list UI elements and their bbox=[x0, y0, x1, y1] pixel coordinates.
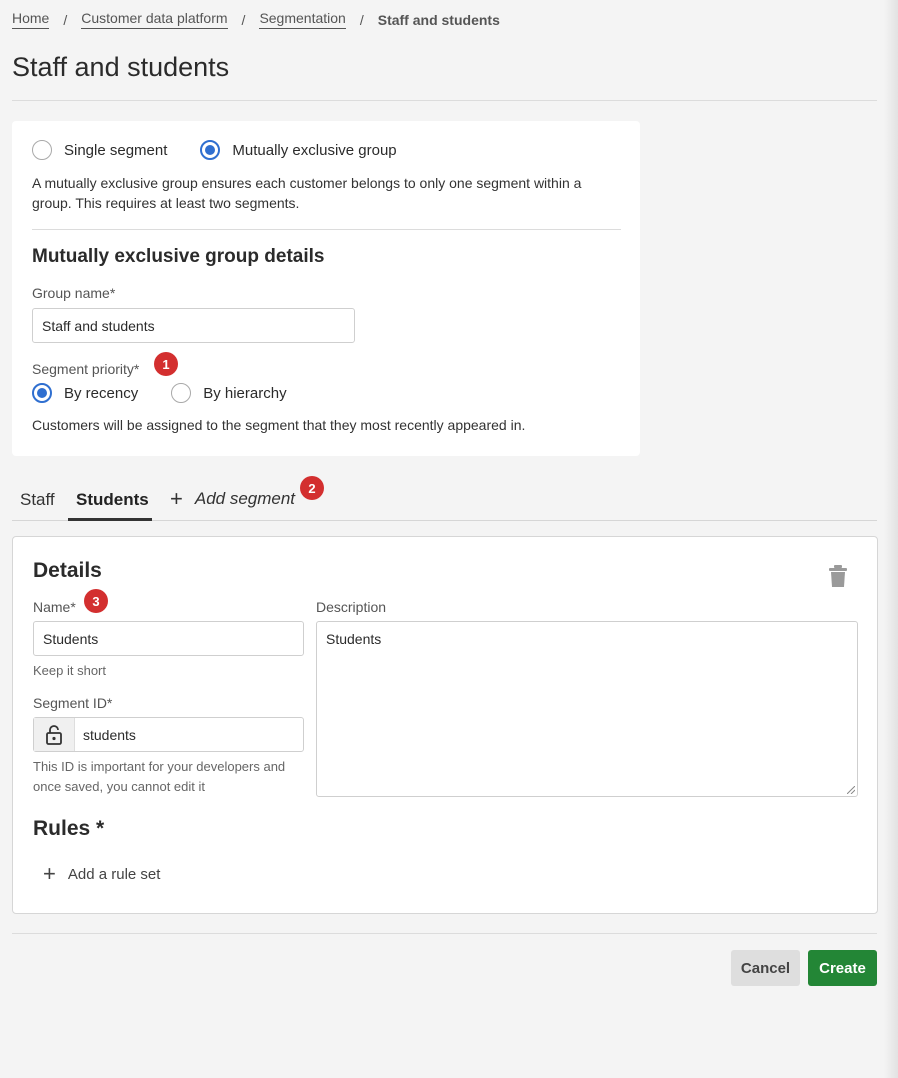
segment-priority-radio-group: By recency By hierarchy bbox=[32, 383, 287, 403]
add-rule-set-label: Add a rule set bbox=[67, 865, 161, 883]
add-segment-label: Add segment bbox=[194, 489, 296, 508]
segment-name-label: Name* bbox=[33, 599, 76, 615]
breadcrumb-current: Staff and students bbox=[377, 11, 500, 28]
mutually-exclusive-group-label: Mutually exclusive group bbox=[232, 141, 397, 159]
page-title: Staff and students bbox=[12, 52, 230, 82]
segment-name-input[interactable]: Students bbox=[33, 621, 304, 656]
breadcrumb-separator: / bbox=[359, 11, 364, 28]
segment-tabs: Staff Students + Add segment 2 bbox=[12, 476, 877, 521]
single-segment-radio[interactable] bbox=[32, 140, 52, 160]
segment-id-value: students bbox=[83, 726, 136, 743]
breadcrumb-separator: / bbox=[241, 11, 246, 28]
segment-details-card: Details Name* 3 Students Keep it short S… bbox=[12, 536, 878, 914]
group-name-label: Group name* bbox=[32, 285, 116, 301]
segment-id-label: Segment ID* bbox=[33, 695, 113, 711]
segment-priority-label: Segment priority* bbox=[32, 361, 140, 377]
by-recency-option[interactable]: By recency bbox=[32, 383, 138, 403]
group-settings-card: Single segment Mutually exclusive group … bbox=[12, 121, 640, 456]
active-tab-indicator bbox=[68, 518, 152, 521]
segment-id-input[interactable]: students bbox=[33, 717, 304, 752]
breadcrumb-home[interactable]: Home bbox=[12, 10, 50, 29]
by-hierarchy-radio[interactable] bbox=[171, 383, 192, 403]
page-edge-shadow bbox=[884, 0, 898, 1078]
by-hierarchy-label: By hierarchy bbox=[203, 384, 287, 402]
resize-handle-icon[interactable] bbox=[847, 786, 855, 794]
annotation-badge-3: 3 bbox=[84, 589, 108, 613]
segment-name-hint: Keep it short bbox=[33, 663, 106, 678]
breadcrumb-separator: / bbox=[63, 11, 68, 28]
segment-type-radio-group: Single segment Mutually exclusive group bbox=[32, 140, 397, 160]
add-rule-set-button[interactable]: + Add a rule set bbox=[43, 863, 160, 885]
plus-icon: + bbox=[43, 861, 56, 886]
mutually-exclusive-group-radio[interactable] bbox=[200, 140, 221, 160]
footer-divider bbox=[12, 933, 877, 934]
description-textarea[interactable]: Students bbox=[316, 621, 858, 797]
add-segment-tab[interactable]: + Add segment bbox=[170, 488, 295, 510]
by-recency-radio[interactable] bbox=[32, 383, 52, 403]
tab-students[interactable]: Students bbox=[76, 490, 149, 510]
title-divider bbox=[12, 100, 877, 101]
trash-icon[interactable] bbox=[829, 565, 847, 587]
mutually-exclusive-group-option[interactable]: Mutually exclusive group bbox=[200, 140, 397, 160]
breadcrumb-segmentation[interactable]: Segmentation bbox=[259, 10, 346, 29]
single-segment-option[interactable]: Single segment bbox=[32, 140, 167, 160]
group-details-heading: Mutually exclusive group details bbox=[32, 246, 325, 267]
cancel-button[interactable]: Cancel bbox=[731, 950, 800, 986]
by-hierarchy-option[interactable]: By hierarchy bbox=[171, 383, 287, 403]
breadcrumb-customer-data-platform[interactable]: Customer data platform bbox=[81, 10, 228, 29]
annotation-badge-1: 1 bbox=[154, 352, 178, 376]
details-heading: Details bbox=[33, 559, 102, 582]
segment-priority-description: Customers will be assigned to the segmen… bbox=[32, 417, 526, 433]
by-recency-label: By recency bbox=[64, 384, 139, 402]
tab-staff[interactable]: Staff bbox=[20, 490, 55, 510]
plus-icon: + bbox=[170, 486, 183, 511]
single-segment-label: Single segment bbox=[64, 141, 168, 159]
description-value: Students bbox=[326, 631, 382, 647]
create-button[interactable]: Create bbox=[808, 950, 877, 986]
description-label: Description bbox=[316, 599, 387, 615]
group-divider bbox=[32, 229, 621, 230]
group-type-description: A mutually exclusive group ensures each … bbox=[32, 175, 582, 211]
rules-heading: Rules * bbox=[33, 817, 105, 840]
breadcrumb: Home / Customer data platform / Segmenta… bbox=[12, 10, 500, 29]
lock-icon bbox=[34, 718, 75, 751]
annotation-badge-2: 2 bbox=[300, 476, 324, 500]
segment-id-hint: This ID is important for your developers… bbox=[33, 759, 286, 794]
group-name-input[interactable]: Staff and students bbox=[32, 308, 355, 343]
